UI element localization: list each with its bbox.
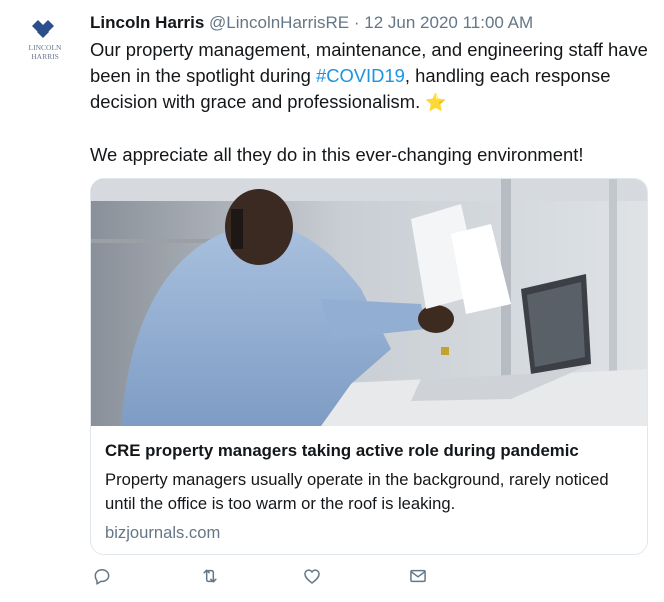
retweet-button[interactable] bbox=[200, 566, 220, 586]
tweet-header: Lincoln Harris @LincolnHarrisRE · 12 Jun… bbox=[90, 12, 650, 34]
author-name[interactable]: Lincoln Harris bbox=[90, 13, 204, 32]
reply-icon bbox=[94, 569, 110, 585]
card-photo bbox=[91, 179, 647, 426]
card-image bbox=[91, 179, 647, 426]
separator: · bbox=[353, 13, 360, 32]
card-description: Property managers usually operate in the… bbox=[105, 470, 609, 513]
retweet-icon bbox=[203, 569, 217, 583]
tweet-paragraph-2: We appreciate all they do in this ever-c… bbox=[90, 144, 584, 165]
avatar[interactable]: LINCOLN HARRIS bbox=[20, 20, 70, 70]
share-icon bbox=[410, 569, 426, 583]
hashtag-link[interactable]: #COVID19 bbox=[316, 65, 405, 86]
lincoln-harris-logo: LINCOLN HARRIS bbox=[29, 20, 62, 61]
link-card[interactable]: CRE property managers taking active role… bbox=[90, 178, 648, 555]
tweet-content: Lincoln Harris @LincolnHarrisRE · 12 Jun… bbox=[90, 12, 650, 168]
share-button[interactable] bbox=[408, 566, 428, 586]
star-emoji-icon: ⭐ bbox=[425, 93, 447, 112]
tweet-text: Our property management, maintenance, an… bbox=[90, 37, 650, 168]
tweet-actions bbox=[92, 566, 432, 586]
logo-text-line2: HARRIS bbox=[31, 52, 59, 61]
card-title[interactable]: CRE property managers taking active role… bbox=[105, 440, 633, 462]
author-handle[interactable]: @LincolnHarrisRE bbox=[209, 13, 349, 32]
like-icon bbox=[304, 569, 320, 584]
tweet-paragraph-1: Our property management, maintenance, an… bbox=[90, 37, 650, 116]
like-button[interactable] bbox=[302, 566, 322, 586]
card-body: CRE property managers taking active role… bbox=[91, 426, 647, 544]
logo-text-line1: LINCOLN bbox=[29, 43, 62, 52]
tweet-timestamp[interactable]: 12 Jun 2020 11:00 AM bbox=[364, 13, 533, 32]
reply-button[interactable] bbox=[92, 566, 112, 586]
card-domain: bizjournals.com bbox=[105, 523, 221, 542]
